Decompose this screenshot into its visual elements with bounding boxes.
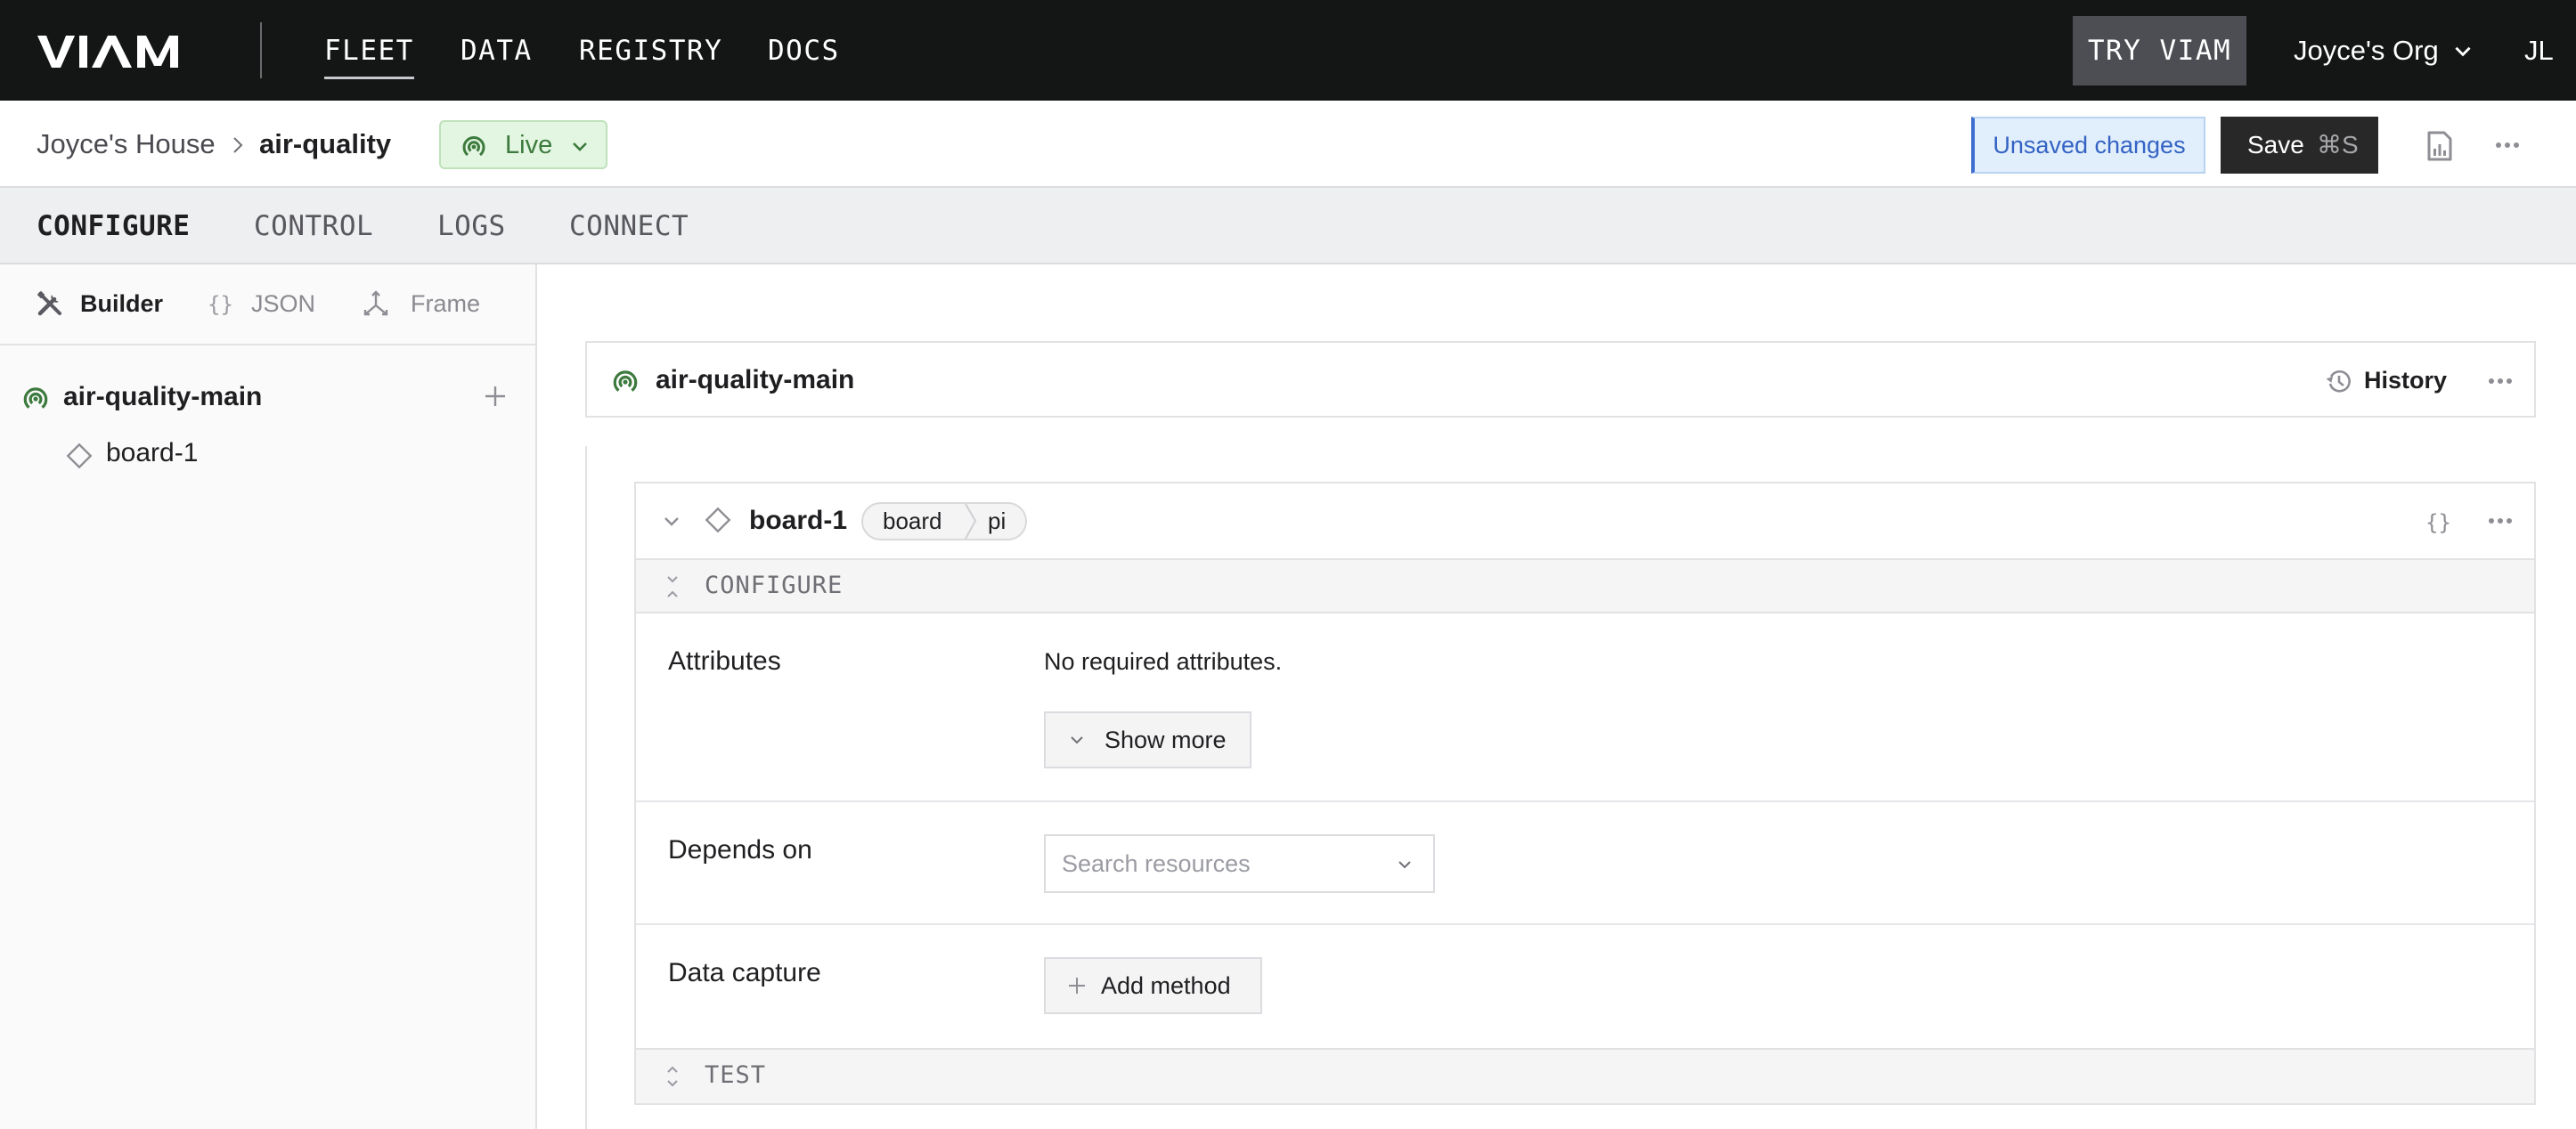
usage-report-icon[interactable]	[2426, 131, 2453, 161]
component-name: board-1	[749, 506, 848, 535]
nav-docs[interactable]: DOCS	[768, 32, 840, 69]
component-type: board	[883, 508, 942, 534]
depends-on-search[interactable]	[1044, 834, 1435, 893]
machine-header: Joyce's House air-quality Live Unsaved c…	[0, 101, 2576, 188]
add-resource-icon[interactable]	[482, 383, 509, 410]
ellipsis-icon[interactable]	[2494, 134, 2521, 156]
chevron-down-icon[interactable]	[661, 510, 682, 532]
component-type-tag: board pi	[861, 502, 1027, 540]
save-button[interactable]: Save ⌘S	[2221, 117, 2378, 174]
component-card: board-1 board pi {} CONFIGURE Attributes…	[634, 482, 2536, 1105]
viam-logo[interactable]	[37, 36, 198, 68]
top-nav-bar: FLEET DATA REGISTRY DOCS TRY VIAM Joyce'…	[0, 0, 2576, 101]
tree-item-machine[interactable]: air-quality-main	[0, 375, 535, 419]
chevron-down-icon	[1071, 736, 1083, 744]
chevron-down-icon[interactable]	[2451, 39, 2474, 62]
show-more-label: Show more	[1105, 727, 1227, 753]
unsaved-changes-notice: Unsaved changes	[1971, 117, 2205, 174]
mode-json-label: JSON	[251, 290, 316, 317]
mode-builder[interactable]: Builder	[36, 286, 169, 321]
tab-configure[interactable]: CONFIGURE	[37, 207, 190, 245]
tree-item-board-1[interactable]: board-1	[0, 432, 535, 475]
tab-logs[interactable]: LOGS	[437, 207, 506, 245]
braces-icon: {}	[208, 292, 233, 317]
configure-section-label: CONFIGURE	[705, 572, 844, 599]
nav-registry[interactable]: REGISTRY	[579, 32, 722, 69]
show-more-button[interactable]: Show more	[1044, 711, 1251, 768]
depends-on-row: Depends on	[636, 802, 2534, 925]
chevron-down-icon	[573, 142, 587, 151]
config-mode-tabs: Builder {} JSON Frame	[0, 264, 535, 345]
attributes-row: Attributes No required attributes. Show …	[636, 613, 2534, 802]
user-avatar[interactable]: JL	[2524, 30, 2554, 71]
axes-icon	[363, 290, 388, 316]
data-capture-label: Data capture	[668, 958, 821, 987]
nav-data[interactable]: DATA	[461, 32, 533, 69]
svg-text:{}: {}	[2425, 510, 2451, 535]
mode-frame-label: Frame	[411, 290, 481, 317]
component-model: pi	[988, 508, 1007, 534]
configure-section-toggle[interactable]: CONFIGURE	[636, 558, 2534, 613]
history-button[interactable]: History	[2323, 361, 2457, 400]
tree-item-board-1-label: board-1	[106, 438, 199, 467]
component-header: board-1 board pi {}	[636, 483, 2534, 558]
history-icon	[2326, 370, 2351, 393]
mode-frame[interactable]: Frame	[362, 286, 495, 321]
machine-part-name: air-quality-main	[656, 365, 855, 394]
config-sidebar: Builder {} JSON Frame air-quality-main b…	[0, 264, 537, 1129]
depends-on-label: Depends on	[668, 835, 812, 865]
chevron-down-icon[interactable]	[1395, 855, 1414, 874]
machine-tabs: CONFIGURE CONTROL LOGS CONNECT	[0, 188, 2576, 264]
broadcast-icon	[23, 387, 48, 409]
search-resources-input[interactable]	[1062, 846, 1382, 881]
machine-status-badge[interactable]: Live	[439, 120, 607, 169]
data-capture-row: Data capture Add method	[636, 925, 2534, 1048]
add-method-label: Add method	[1101, 972, 1231, 999]
collapse-icon	[667, 576, 678, 597]
broadcast-icon	[613, 370, 638, 392]
try-viam-button[interactable]: TRY VIAM	[2073, 16, 2246, 85]
breadcrumb-machine: air-quality	[259, 128, 392, 159]
attributes-label: Attributes	[668, 646, 781, 676]
tag-separator-icon	[965, 503, 977, 540]
nav-divider	[260, 22, 262, 78]
svg-text:{}: {}	[208, 292, 233, 317]
machine-card: air-quality-main History	[585, 341, 2536, 418]
breadcrumb-location[interactable]: Joyce's House	[37, 126, 216, 162]
braces-icon[interactable]: {}	[2425, 508, 2453, 536]
chevron-right-icon	[233, 137, 243, 153]
mode-builder-label: Builder	[80, 290, 164, 317]
test-section-label: TEST	[705, 1061, 767, 1089]
test-section-toggle[interactable]: TEST	[636, 1048, 2534, 1103]
status-label: Live	[505, 131, 553, 159]
save-shortcut: ⌘S	[2317, 131, 2359, 158]
tab-control[interactable]: CONTROL	[254, 207, 373, 245]
expand-icon	[667, 1066, 678, 1087]
tree-item-machine-label: air-quality-main	[63, 382, 263, 411]
nav-fleet[interactable]: FLEET	[324, 32, 414, 79]
tools-icon	[37, 290, 61, 316]
save-label: Save	[2247, 131, 2304, 158]
tab-connect[interactable]: CONNECT	[569, 207, 689, 245]
diamond-icon	[705, 507, 731, 533]
diamond-icon	[66, 443, 93, 469]
add-method-button[interactable]: Add method	[1044, 957, 1262, 1014]
history-label: History	[2364, 367, 2448, 394]
broadcast-icon	[462, 136, 485, 157]
attributes-message: No required attributes.	[1044, 648, 1283, 675]
ellipsis-icon[interactable]	[2487, 370, 2514, 392]
tree-connector-line	[585, 446, 587, 1129]
mode-json[interactable]: {} JSON	[207, 286, 322, 321]
ellipsis-icon[interactable]	[2487, 510, 2514, 532]
plus-icon	[1069, 978, 1085, 994]
org-selector[interactable]: Joyce's Org	[2294, 30, 2439, 71]
